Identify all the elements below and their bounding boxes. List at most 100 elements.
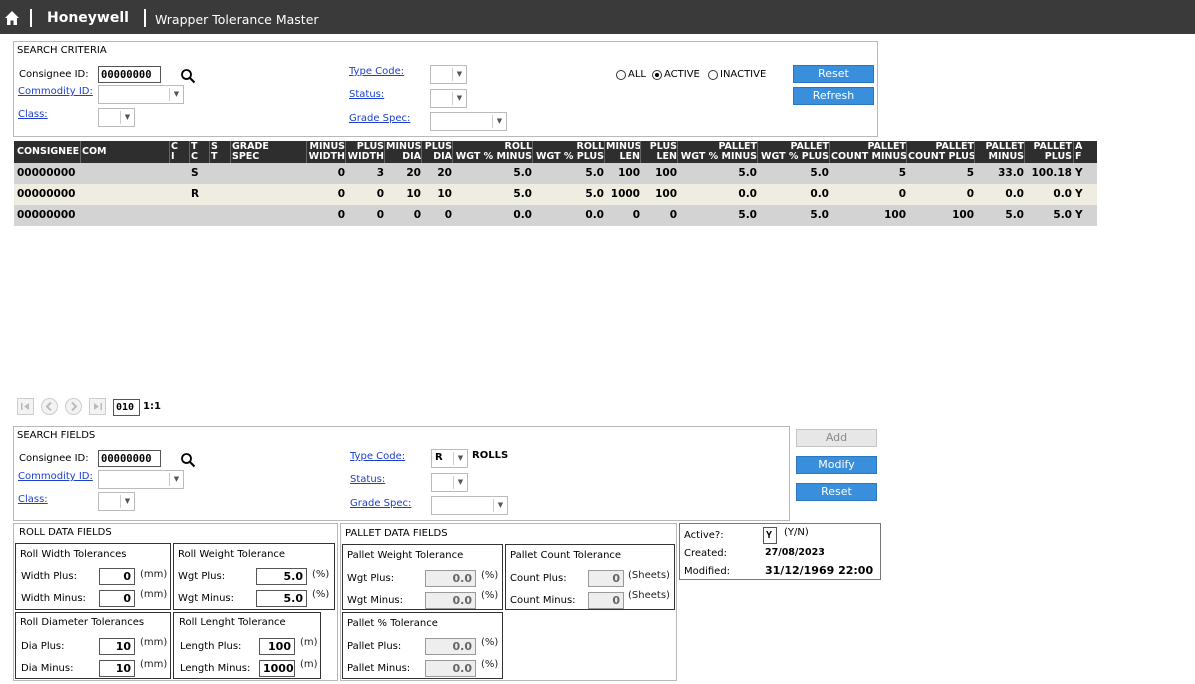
dia-minus-input[interactable]: 10 (99, 660, 135, 677)
column-header[interactable]: CONSIGNEE (17, 147, 79, 157)
consignee-id-input[interactable]: 00000000 (98, 450, 161, 467)
wgt-plus-label: Wgt Plus: (178, 571, 226, 582)
radio-all[interactable] (616, 70, 626, 80)
column-header-line: PLUS (1044, 151, 1072, 162)
column-header[interactable]: PALLET WGT % MINUS (679, 142, 757, 162)
grade-spec-select[interactable]: ▼ (430, 112, 507, 131)
length-minus-input[interactable]: 1000 (259, 660, 295, 677)
column-header[interactable]: GRADE SPEC (232, 142, 302, 162)
status-select[interactable]: ▼ (431, 473, 468, 492)
status-link[interactable]: Status: (350, 474, 385, 485)
column-header[interactable]: PALLET MINUS (976, 142, 1024, 162)
pallet-count-plus-input[interactable]: 0 (588, 570, 624, 587)
column-divider (532, 141, 533, 163)
pallet-pct-minus-input[interactable]: 0.0 (425, 660, 476, 677)
column-header[interactable]: ROLL WGT % MINUS (454, 142, 532, 162)
column-header[interactable]: AF (1075, 142, 1089, 162)
consignee-id-input[interactable]: 00000000 (98, 66, 161, 83)
table-cell-minus-len: 100 (618, 167, 640, 179)
last-page-button[interactable] (89, 398, 106, 415)
unit-label: (m) (300, 637, 318, 648)
column-header[interactable]: MINUS DIA (386, 142, 422, 162)
table-cell-pallet-wgt-plus: 5.0 (810, 209, 829, 221)
column-header[interactable]: PALLET COUNT MINUS (831, 142, 907, 162)
pallet-count-minus-input[interactable]: 0 (588, 592, 624, 609)
status-select[interactable]: ▼ (430, 89, 467, 108)
column-header-line: LEN (656, 151, 678, 162)
column-header[interactable]: ROLL WGT % PLUS (534, 142, 604, 162)
divider (144, 9, 146, 27)
column-header[interactable]: PLUS DIA (423, 142, 452, 162)
commodity-id-link[interactable]: Commodity ID: (18, 86, 93, 97)
reset-button[interactable]: Reset (793, 65, 874, 83)
type-code-select[interactable]: R ▼ (431, 449, 468, 468)
grade-spec-link[interactable]: Grade Spec: (349, 113, 410, 124)
column-header[interactable]: PALLET WGT % PLUS (759, 142, 829, 162)
active-input[interactable]: Y (763, 527, 777, 544)
width-minus-label: Width Minus: (21, 593, 86, 604)
roll-wgt-plus-input[interactable]: 5.0 (256, 568, 307, 585)
width-minus-input[interactable]: 0 (99, 590, 135, 607)
column-divider (230, 141, 231, 163)
pallet-pct-plus-input[interactable]: 0.0 (425, 638, 476, 655)
radio-inactive[interactable] (708, 70, 718, 80)
table-row[interactable]: 00000000 R 0 0 10 10 5.0 5.0 1000 100 0.0 0.0 0 0 0.0 0… (14, 184, 1097, 205)
table-row[interactable]: 00000000 0 0 0 0 0.0 0.0 0 0 5.0 5.0 100 100 5.0 5.0 Y (14, 205, 1097, 226)
column-header[interactable]: PALLET PLUS (1026, 142, 1072, 162)
width-plus-input[interactable]: 0 (99, 568, 135, 585)
column-header[interactable]: MINUS WIDTH (308, 142, 345, 162)
column-header[interactable]: TC (191, 142, 199, 162)
search-icon[interactable] (180, 452, 196, 468)
table-cell-pallet-count-plus: 5 (966, 167, 974, 179)
type-code-link[interactable]: Type Code: (349, 66, 404, 77)
app-header: Honeywell Wrapper Tolerance Master (0, 0, 1195, 34)
count-minus-label: Count Minus: (510, 595, 576, 606)
table-row[interactable]: 00000000 S 0 3 20 20 5.0 5.0 100 100 5.0 5.0 5 5 33.0 1… (14, 163, 1097, 184)
type-code-select[interactable]: ▼ (430, 65, 467, 84)
column-header[interactable]: COM (82, 147, 162, 157)
last-page-icon (94, 403, 102, 410)
prev-page-button[interactable] (41, 398, 58, 415)
column-header-line: MINUS (988, 151, 1025, 162)
grade-spec-link[interactable]: Grade Spec: (350, 498, 411, 509)
roll-wgt-minus-input[interactable]: 5.0 (256, 590, 307, 607)
length-plus-input[interactable]: 100 (259, 638, 295, 655)
column-header[interactable]: PALLET COUNT PLUS (908, 142, 976, 162)
class-select[interactable]: ▼ (98, 492, 135, 511)
pallet-wgt-plus-input[interactable]: 0.0 (425, 570, 476, 587)
refresh-button[interactable]: Refresh (793, 87, 874, 105)
column-header-line: WGT % PLUS (761, 151, 829, 162)
group-title: Roll Weight Tolerance (178, 549, 286, 560)
first-page-button[interactable] (17, 398, 34, 415)
pallet-wgt-minus-input[interactable]: 0.0 (425, 592, 476, 609)
roll-length-group: Roll Lenght Tolerance Length Plus: 100 (… (173, 612, 321, 679)
commodity-id-link[interactable]: Commodity ID: (18, 471, 93, 482)
modify-button[interactable]: Modify (796, 456, 877, 474)
reset-button[interactable]: Reset (796, 483, 877, 501)
table-header: CONSIGNEE COM C I T C S T GRADE SPEC MINUS WIDTH PLU… (14, 141, 1097, 163)
column-header[interactable]: PLUS LEN (642, 142, 677, 162)
page-size-input[interactable]: 010 (113, 399, 140, 416)
class-select[interactable]: ▼ (98, 108, 135, 127)
class-link[interactable]: Class: (18, 109, 48, 120)
column-header[interactable]: ST (211, 142, 219, 162)
grade-spec-select[interactable]: ▼ (431, 496, 508, 515)
panel-title: SEARCH CRITERIA (17, 45, 107, 56)
search-icon[interactable] (180, 68, 196, 84)
commodity-id-select[interactable]: ▼ (98, 85, 184, 104)
dia-plus-input[interactable]: 10 (99, 638, 135, 655)
status-link[interactable]: Status: (349, 89, 384, 100)
column-header[interactable]: CI (171, 142, 179, 162)
class-link[interactable]: Class: (18, 494, 48, 505)
table-cell-af: Y (1075, 188, 1083, 200)
home-icon[interactable] (4, 10, 20, 26)
column-header[interactable]: PLUS WIDTH (347, 142, 384, 162)
unit-label: (mm) (140, 569, 168, 580)
column-header[interactable]: MINUS LEN (606, 142, 642, 162)
add-button[interactable]: Add (796, 429, 877, 447)
group-title: Roll Lenght Tolerance (179, 617, 286, 628)
radio-active[interactable] (652, 70, 662, 80)
next-page-button[interactable] (65, 398, 82, 415)
commodity-id-select[interactable]: ▼ (98, 470, 184, 489)
type-code-link[interactable]: Type Code: (350, 451, 405, 462)
